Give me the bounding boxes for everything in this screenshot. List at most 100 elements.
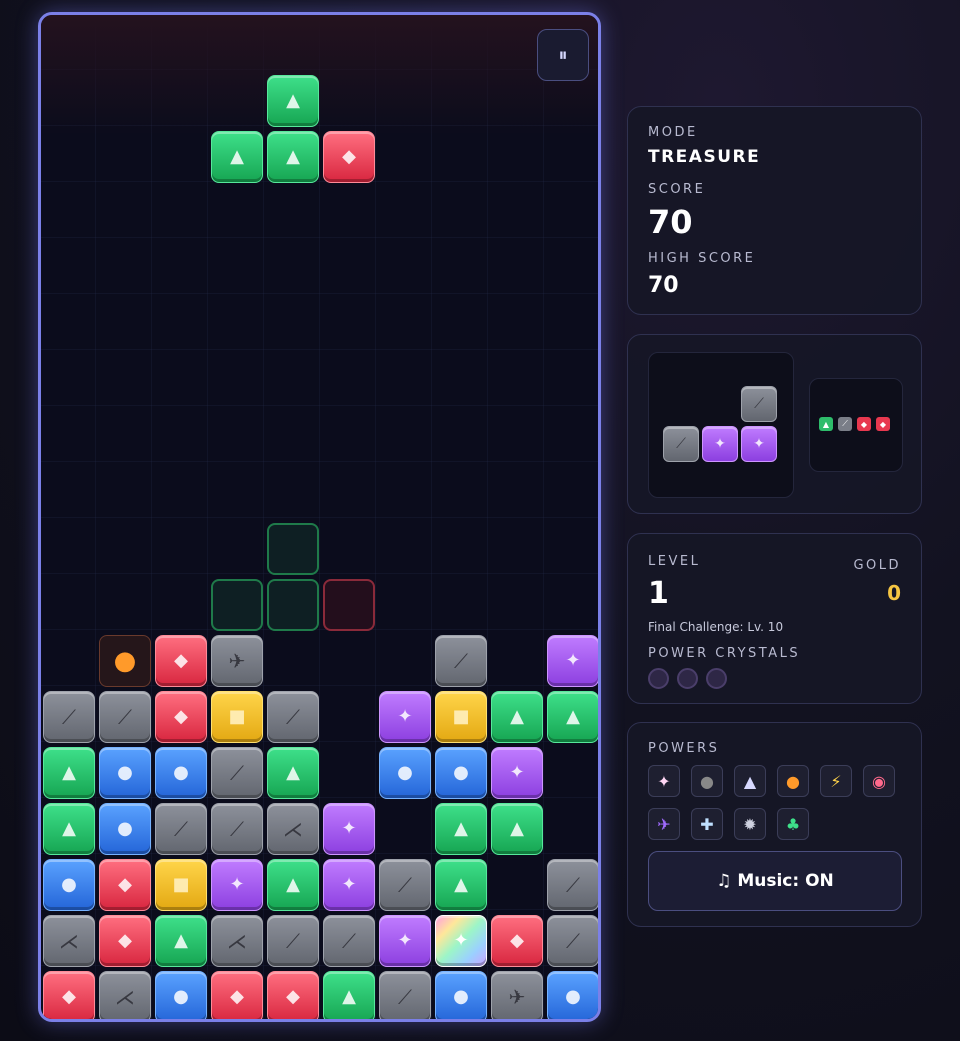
level-panel: LEVEL 1 GOLD 0 Final Challenge: Lv. 10 P… [627,533,922,704]
green-block: ▲ [267,859,319,911]
ghost-block [267,579,319,631]
powers-label: POWERS [648,741,720,756]
next-block: ⟋ [741,386,777,422]
power-crystals-label: POWER CRYSTALS [648,646,801,661]
crystal-slot-icon [648,668,669,689]
red-block: ◆ [211,971,263,1019]
gray-block: ✈ [491,971,543,1019]
fire-power-icon[interactable]: ● [777,765,809,797]
bomb-power-icon[interactable]: ● [691,765,723,797]
game-board[interactable]: ▲ ▲ ▲ ◆ ● ◆ ✈ ⟋ ✦ ⟋ ⟋ ◆ ■ ⟋ ✦ ■ ▲ ▲ ▲ ● ● ⟋ ▲ ● ● ✦ ▲ ● ⟋ ⟋ ⋌ ✦ ▲ ▲ ● ◆ ■ ✦ ▲ ✦… [38,12,601,1022]
gray-block: ⟋ [547,915,598,967]
rocket-power-icon[interactable]: ▲ [734,765,766,797]
final-challenge-text: Final Challenge: Lv. 10 [648,620,784,634]
gold-label: GOLD [853,558,901,573]
music-toggle-button[interactable]: ♫ Music: ON [648,851,902,911]
gray-block: ⋌ [211,915,263,967]
crystal-slot-icon [677,668,698,689]
mode-value: TREASURE [648,147,761,167]
score-value: 70 [648,203,693,241]
red-block: ◆ [99,859,151,911]
red-block: ◆ [491,915,543,967]
mode-label: MODE [648,125,698,140]
high-score-value: 70 [648,273,679,298]
blue-block: ● [99,747,151,799]
gray-block: ⋌ [267,803,319,855]
yellow-block: ■ [435,691,487,743]
sprout-power-icon[interactable]: ♣ [777,808,809,840]
red-block: ◆ [155,691,207,743]
gray-block: ✈ [211,635,263,687]
rainbow-power-icon[interactable]: ✦ [648,765,680,797]
green-block: ▲ [323,971,375,1019]
ghost-block [211,579,263,631]
purple-block: ✦ [323,803,375,855]
gold-value: 0 [887,581,901,605]
gray-block: ⟋ [267,691,319,743]
stats-panel: MODE TREASURE SCORE 70 HIGH SCORE 70 [627,106,922,315]
color-wheel-power-icon[interactable]: ◉ [863,765,895,797]
yellow-block: ■ [211,691,263,743]
pause-button[interactable]: ⏸ [537,29,589,81]
green-block: ▲ [491,803,543,855]
score-label: SCORE [648,182,706,197]
ghost-block [323,579,375,631]
green-block: ▲ [267,131,319,183]
gray-block: ⋌ [43,915,95,967]
gray-block: ⟋ [155,803,207,855]
queue-block: ◆ [876,417,890,431]
gray-block: ⟋ [211,747,263,799]
red-block: ◆ [99,915,151,967]
gray-block: ⟋ [99,691,151,743]
music-label: ♫ Music: ON [716,871,834,891]
blue-block: ● [435,971,487,1019]
gray-block: ⟋ [547,859,598,911]
blue-block: ● [155,971,207,1019]
gray-block: ⋌ [99,971,151,1019]
next-piece-panel: ⟋ ⟋ ✦ ✦ ▲ ⟋ ◆ ◆ [627,334,922,514]
red-block: ◆ [323,131,375,183]
gear-power-icon[interactable]: ✹ [734,808,766,840]
gray-block: ⟋ [323,915,375,967]
green-block: ▲ [491,691,543,743]
green-block: ▲ [43,747,95,799]
next-block: ⟋ [663,426,699,462]
gray-block: ⟋ [267,915,319,967]
bomb-block: ● [99,635,151,687]
purple-block: ✦ [547,635,598,687]
gray-block: ⟋ [435,635,487,687]
power-grid: ✦ ● ▲ ● ⚡ ◉ ✈ ✚ ✹ ♣ [648,765,908,841]
yellow-block: ■ [155,859,207,911]
green-block: ▲ [435,803,487,855]
gray-block: ⟋ [43,691,95,743]
lightning-power-icon[interactable]: ⚡ [820,765,852,797]
gray-block: ⟋ [211,803,263,855]
red-block: ◆ [155,635,207,687]
ghost-block [267,523,319,575]
gray-block: ⟋ [379,971,431,1019]
green-block: ▲ [43,803,95,855]
green-block: ▲ [211,131,263,183]
crystal-slots [648,668,748,692]
pause-icon: ⏸ [558,44,568,66]
blue-block: ● [155,747,207,799]
queue-block: ⟋ [838,417,852,431]
level-value: 1 [648,576,669,611]
queue-block: ◆ [857,417,871,431]
blue-block: ● [379,747,431,799]
red-block: ◆ [267,971,319,1019]
purple-block: ✦ [379,915,431,967]
green-block: ▲ [267,747,319,799]
level-label: LEVEL [648,554,701,569]
board-grid: ▲ ▲ ▲ ◆ ● ◆ ✈ ⟋ ✦ ⟋ ⟋ ◆ ■ ⟋ ✦ ■ ▲ ▲ ▲ ● ● ⟋ ▲ ● ● ✦ ▲ ● ⟋ ⟋ ⋌ ✦ ▲ ▲ ● ◆ ■ ✦ ▲ ✦… [41,15,598,1019]
plane-power-icon[interactable]: ✈ [648,808,680,840]
purple-block: ✦ [323,859,375,911]
blue-block: ● [99,803,151,855]
next-block: ✦ [702,426,738,462]
cross-power-icon[interactable]: ✚ [691,808,723,840]
green-block: ▲ [435,859,487,911]
next-piece-box: ⟋ ⟋ ✦ ✦ [648,352,794,498]
green-block: ▲ [155,915,207,967]
queue-piece-box: ▲ ⟋ ◆ ◆ [809,378,903,472]
gray-block: ⟋ [379,859,431,911]
